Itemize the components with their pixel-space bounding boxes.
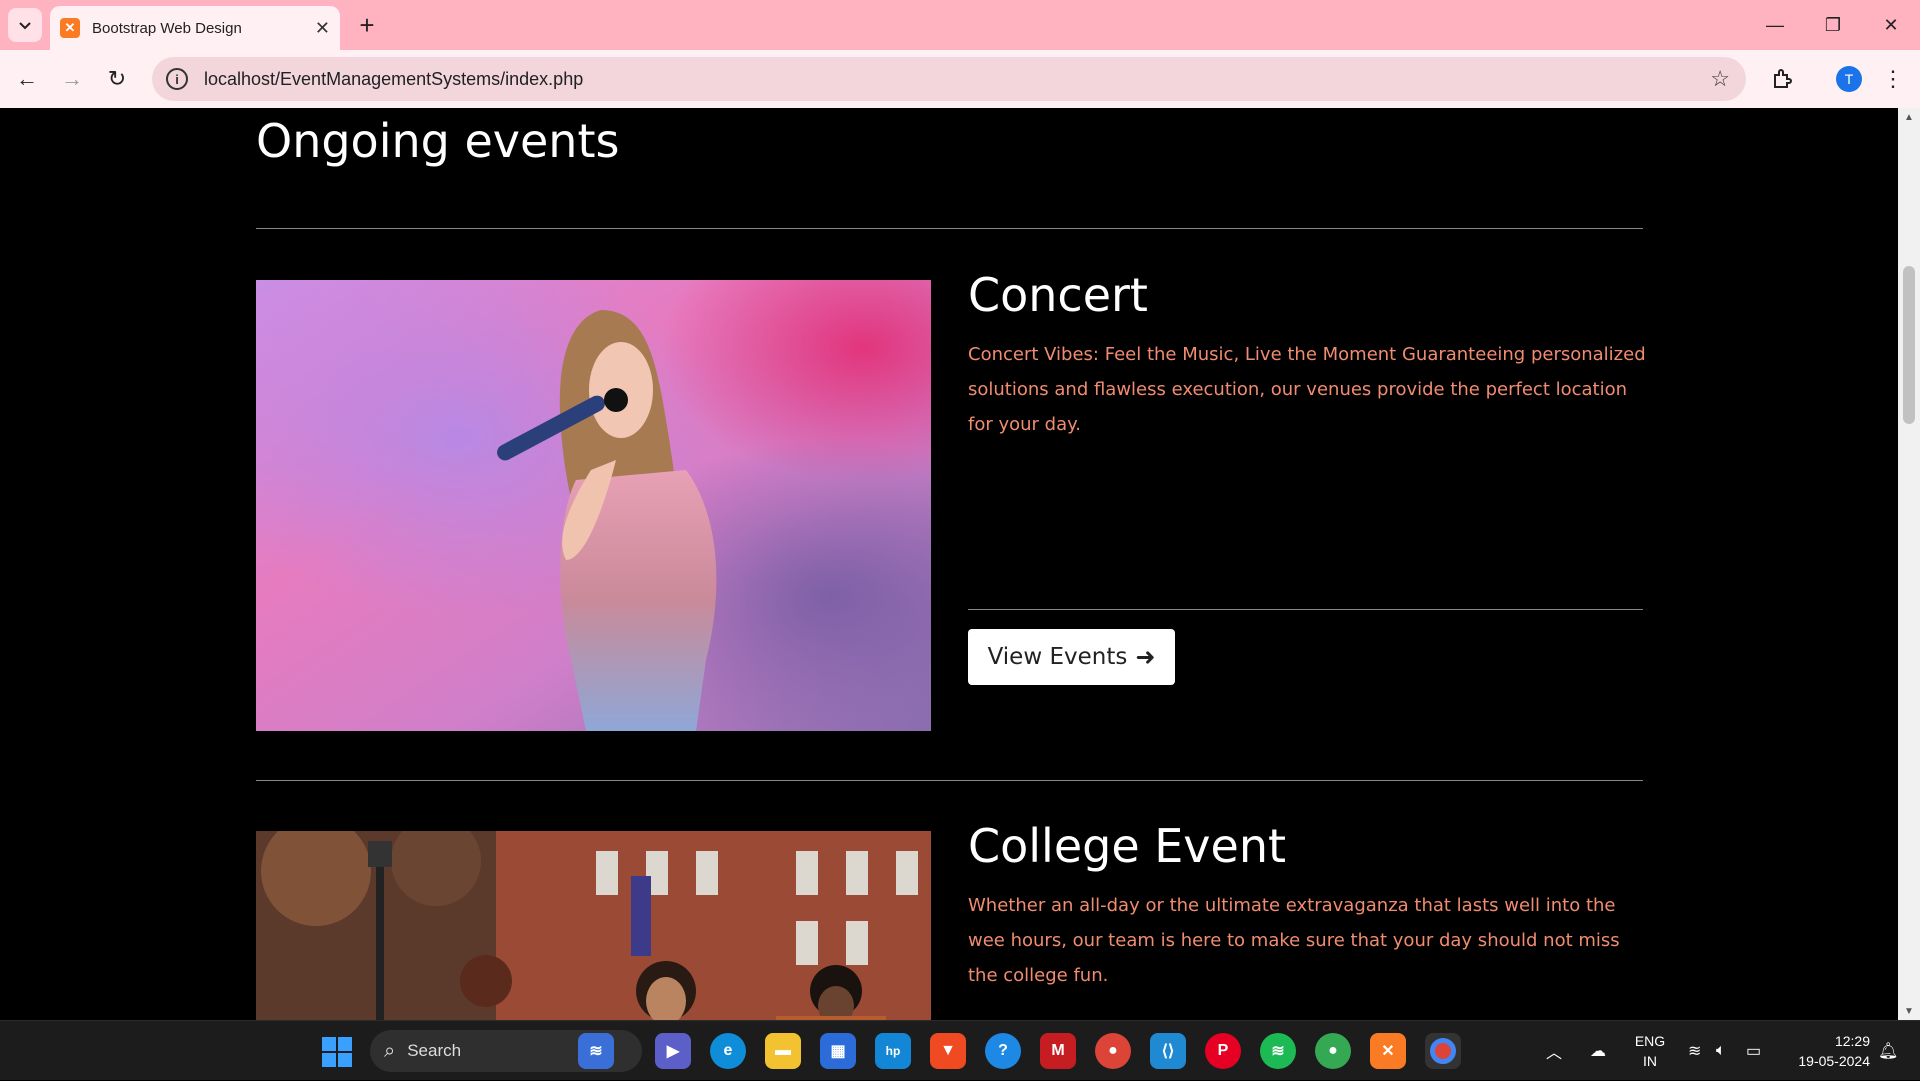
system-clock[interactable]: 12:29 19-05-2024	[1780, 1031, 1870, 1071]
chrome-icon[interactable]: ●	[1095, 1033, 1131, 1069]
file-explorer-icon[interactable]: ▬	[765, 1033, 801, 1069]
myhp-icon[interactable]: hp	[875, 1033, 911, 1069]
edge-icon[interactable]: e	[710, 1033, 746, 1069]
close-tab-icon[interactable]: ✕	[315, 18, 330, 39]
concert-image	[256, 280, 931, 731]
college-event-image	[256, 831, 931, 1020]
view-events-label: View Events	[987, 644, 1128, 670]
windows-taskbar: ⌕ Search ≋ ▶ e ▬ ▦ hp ▼ ? M ● ⟨⟩ P ≋ ● ✕…	[0, 1020, 1920, 1080]
reload-button[interactable]: ↻	[100, 62, 134, 96]
divider	[968, 609, 1643, 610]
tab-title: Bootstrap Web Design	[92, 19, 242, 37]
new-tab-button[interactable]: +	[352, 10, 382, 40]
search-label: Search	[407, 1041, 462, 1060]
language-code: ENG	[1634, 1033, 1666, 1049]
clock-date: 19-05-2024	[1798, 1053, 1870, 1069]
bookmark-star-icon[interactable]: ☆	[1710, 66, 1730, 92]
chevron-down-icon	[19, 22, 31, 30]
restore-button[interactable]: ❐	[1804, 0, 1862, 50]
search-icon: ⌕	[384, 1039, 396, 1062]
battery-icon[interactable]: ▭	[1746, 1021, 1761, 1081]
store-icon[interactable]: ▦	[820, 1033, 856, 1069]
arrow-right-icon: ➜	[1135, 643, 1156, 671]
windows-start-icon[interactable]	[322, 1037, 352, 1067]
address-bar[interactable]: i localhost/EventManagementSystems/index…	[152, 57, 1746, 101]
event-title: College Event	[968, 819, 1287, 873]
browser-menu-icon[interactable]: ⋮	[1880, 62, 1906, 96]
url-text[interactable]: localhost/EventManagementSystems/index.p…	[204, 69, 1710, 90]
pinterest-icon[interactable]: P	[1205, 1033, 1241, 1069]
scroll-thumb[interactable]	[1903, 266, 1915, 424]
language-indicator[interactable]: ENG IN	[1630, 1031, 1670, 1071]
forward-button[interactable]: →	[55, 62, 89, 96]
onedrive-icon[interactable]: ☁	[1590, 1021, 1606, 1081]
browser-toolbar: ← → ↻ i localhost/EventManagementSystems…	[0, 50, 1920, 108]
profile-avatar[interactable]: T	[1836, 66, 1862, 92]
active-tab[interactable]: ✕ Bootstrap Web Design ✕	[50, 6, 340, 50]
page-viewport: Ongoing events Concert Concert Vibes: Fe…	[0, 108, 1898, 1020]
notification-bell-icon[interactable]: 🔔︎	[1878, 1021, 1898, 1081]
event-title: Concert	[968, 268, 1148, 322]
clock-time: 12:29	[1834, 1033, 1870, 1049]
back-button[interactable]: ←	[10, 62, 44, 96]
meet-icon[interactable]: ▶	[655, 1033, 691, 1069]
vscode-icon[interactable]: ⟨⟩	[1150, 1033, 1186, 1069]
scroll-down-arrow-icon[interactable]: ▼	[1898, 1002, 1920, 1020]
chrome-profile-icon[interactable]: ●	[1315, 1033, 1351, 1069]
minimize-button[interactable]: —	[1746, 0, 1804, 50]
close-window-button[interactable]: ✕	[1862, 0, 1920, 50]
brave-icon[interactable]: ▼	[930, 1033, 966, 1069]
view-events-button[interactable]: View Events ➜	[968, 629, 1175, 685]
wifi-icon[interactable]: ≋	[1688, 1021, 1701, 1081]
event-description: Whether an all-day or the ultimate extra…	[968, 895, 1620, 986]
xampp-icon[interactable]: ✕	[1370, 1033, 1406, 1069]
divider	[256, 780, 1643, 781]
event-description: Concert Vibes: Feel the Music, Live the …	[968, 344, 1646, 435]
chrome-active-icon[interactable]	[1425, 1033, 1461, 1069]
show-hidden-icons-icon[interactable]: ︿	[1546, 1021, 1562, 1081]
volume-icon[interactable]: 🔈︎	[1716, 1021, 1726, 1081]
section-title: Ongoing events	[256, 114, 620, 168]
widgets-icon[interactable]: ≋	[578, 1033, 614, 1069]
help-icon[interactable]: ?	[985, 1033, 1021, 1069]
xampp-icon: ✕	[60, 18, 80, 38]
mcafee-icon[interactable]: M	[1040, 1033, 1076, 1069]
tab-search-button[interactable]	[8, 8, 42, 42]
browser-tab-bar: ✕ Bootstrap Web Design ✕ + — ❐ ✕	[0, 0, 1920, 50]
region-code: IN	[1643, 1053, 1657, 1069]
site-info-icon[interactable]: i	[166, 68, 188, 90]
spotify-icon[interactable]: ≋	[1260, 1033, 1296, 1069]
window-controls: — ❐ ✕	[1746, 0, 1920, 50]
divider	[256, 228, 1643, 229]
page-scrollbar[interactable]: ▲ ▼	[1898, 108, 1920, 1020]
extensions-icon[interactable]	[1766, 62, 1800, 96]
scroll-up-arrow-icon[interactable]: ▲	[1898, 108, 1920, 126]
